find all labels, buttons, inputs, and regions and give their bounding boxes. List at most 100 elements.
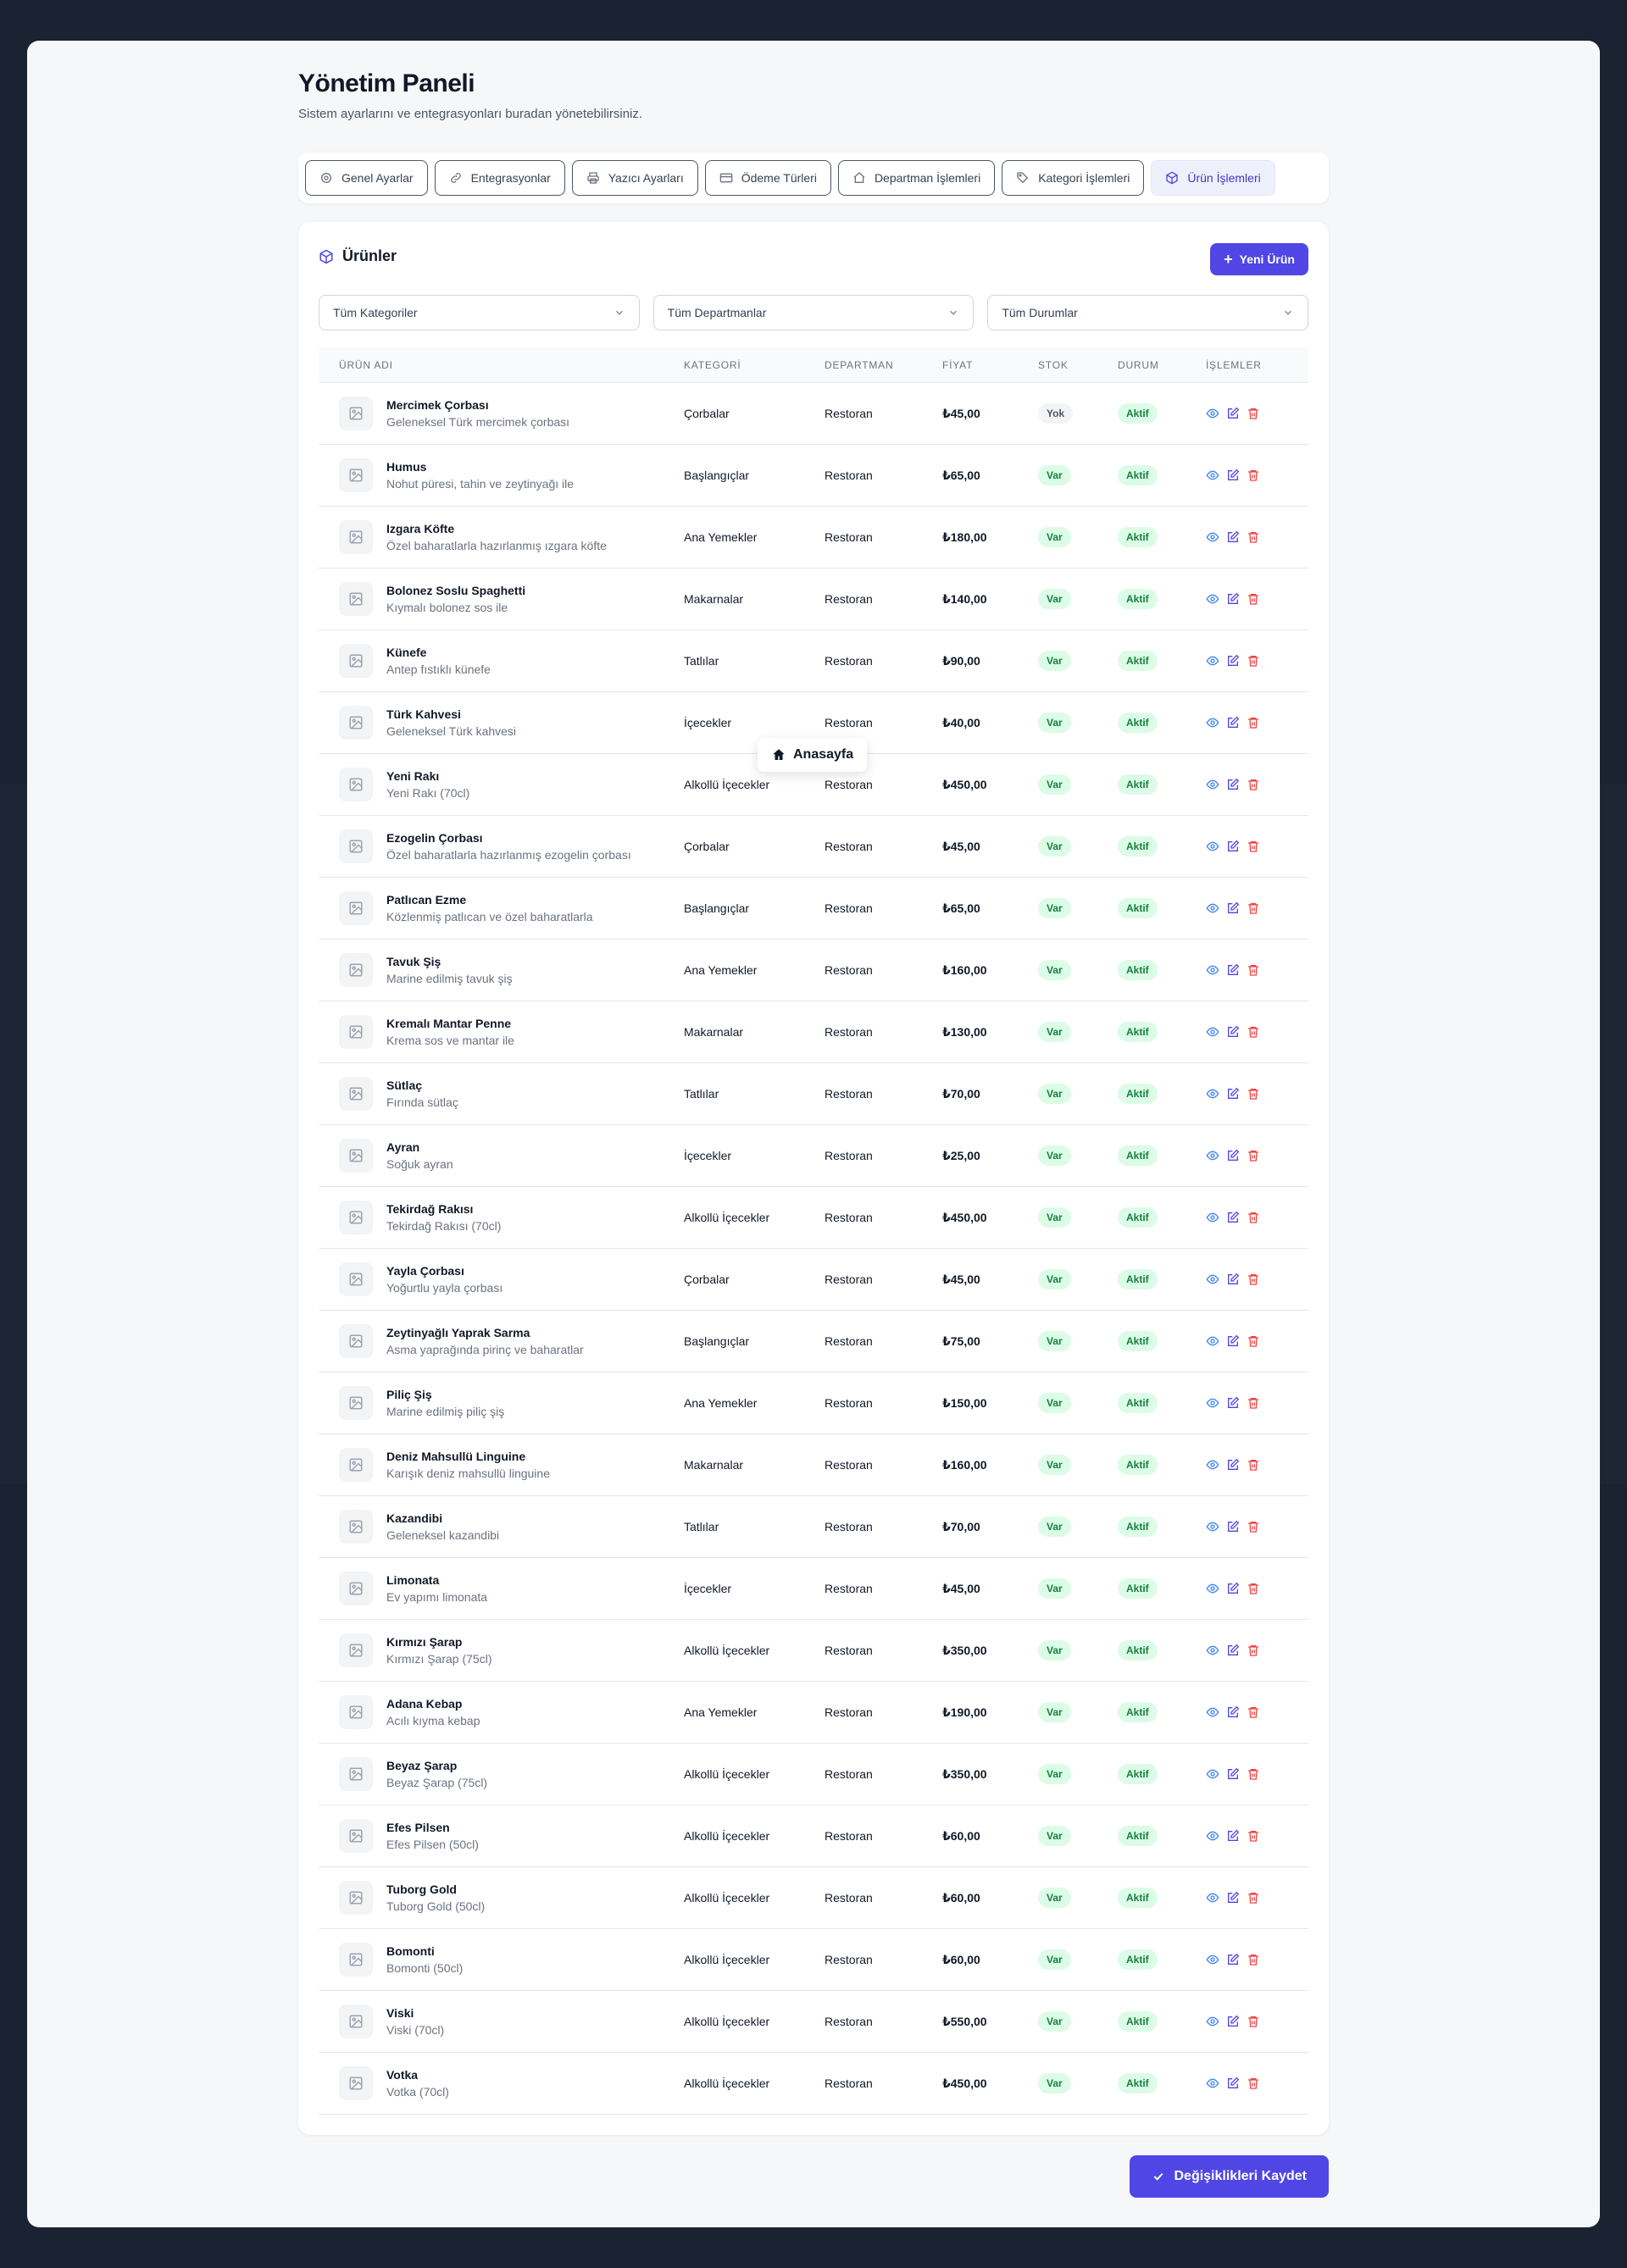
delete-icon[interactable]	[1247, 963, 1260, 977]
view-icon[interactable]	[1206, 716, 1219, 729]
view-icon[interactable]	[1206, 2015, 1219, 2028]
edit-icon[interactable]	[1226, 716, 1240, 729]
status-filter[interactable]: Tüm Durumlar	[987, 295, 1309, 330]
view-icon[interactable]	[1206, 1458, 1219, 1472]
delete-icon[interactable]	[1247, 778, 1260, 791]
delete-icon[interactable]	[1247, 1273, 1260, 1286]
edit-icon[interactable]	[1226, 469, 1240, 482]
image-placeholder-icon	[339, 458, 373, 492]
actions-cell	[1206, 1025, 1308, 1039]
edit-icon[interactable]	[1226, 530, 1240, 544]
view-icon[interactable]	[1206, 1829, 1219, 1843]
edit-icon[interactable]	[1226, 901, 1240, 915]
view-icon[interactable]	[1206, 1149, 1219, 1162]
view-icon[interactable]	[1206, 2077, 1219, 2090]
delete-icon[interactable]	[1247, 1767, 1260, 1781]
delete-icon[interactable]	[1247, 530, 1260, 544]
view-icon[interactable]	[1206, 1087, 1219, 1101]
edit-icon[interactable]	[1226, 1829, 1240, 1843]
view-icon[interactable]	[1206, 1520, 1219, 1533]
edit-icon[interactable]	[1226, 963, 1240, 977]
view-icon[interactable]	[1206, 1644, 1219, 1657]
view-icon[interactable]	[1206, 654, 1219, 668]
new-product-button[interactable]: + Yeni Ürün	[1210, 243, 1308, 275]
edit-icon[interactable]	[1226, 1211, 1240, 1224]
edit-icon[interactable]	[1226, 1582, 1240, 1595]
view-icon[interactable]	[1206, 407, 1219, 420]
view-icon[interactable]	[1206, 1273, 1219, 1286]
delete-icon[interactable]	[1247, 1644, 1260, 1657]
delete-icon[interactable]	[1247, 840, 1260, 853]
delete-icon[interactable]	[1247, 592, 1260, 606]
view-icon[interactable]	[1206, 592, 1219, 606]
edit-icon[interactable]	[1226, 1087, 1240, 1101]
delete-icon[interactable]	[1247, 2015, 1260, 2028]
product-cell: Ayran Soğuk ayran	[319, 1139, 684, 1173]
delete-icon[interactable]	[1247, 1396, 1260, 1410]
view-icon[interactable]	[1206, 469, 1219, 482]
view-icon[interactable]	[1206, 530, 1219, 544]
edit-icon[interactable]	[1226, 1458, 1240, 1472]
edit-icon[interactable]	[1226, 1705, 1240, 1719]
edit-icon[interactable]	[1226, 592, 1240, 606]
edit-icon[interactable]	[1226, 654, 1240, 668]
delete-icon[interactable]	[1247, 1025, 1260, 1039]
edit-icon[interactable]	[1226, 1953, 1240, 1966]
view-icon[interactable]	[1206, 1582, 1219, 1595]
edit-icon[interactable]	[1226, 1644, 1240, 1657]
view-icon[interactable]	[1206, 1334, 1219, 1348]
view-icon[interactable]	[1206, 1953, 1219, 1966]
edit-icon[interactable]	[1226, 1520, 1240, 1533]
delete-icon[interactable]	[1247, 1211, 1260, 1224]
home-tooltip[interactable]: Anasayfa	[758, 738, 868, 772]
delete-icon[interactable]	[1247, 1458, 1260, 1472]
delete-icon[interactable]	[1247, 901, 1260, 915]
tab-printer-settings[interactable]: Yazıcı Ayarları	[571, 160, 698, 196]
view-icon[interactable]	[1206, 1396, 1219, 1410]
tab-product-operations[interactable]: Ürün İşlemleri	[1151, 160, 1275, 196]
view-icon[interactable]	[1206, 1705, 1219, 1719]
tab-department-operations[interactable]: Departman İşlemleri	[837, 160, 996, 196]
edit-icon[interactable]	[1226, 1149, 1240, 1162]
delete-icon[interactable]	[1247, 1087, 1260, 1101]
delete-icon[interactable]	[1247, 407, 1260, 420]
delete-icon[interactable]	[1247, 469, 1260, 482]
delete-icon[interactable]	[1247, 1891, 1260, 1905]
view-icon[interactable]	[1206, 1891, 1219, 1905]
view-icon[interactable]	[1206, 1211, 1219, 1224]
edit-icon[interactable]	[1226, 407, 1240, 420]
view-icon[interactable]	[1206, 778, 1219, 791]
tab-payment-types[interactable]: Ödeme Türleri	[704, 160, 831, 196]
tab-integrations[interactable]: Entegrasyonlar	[434, 160, 565, 196]
tab-general-settings[interactable]: Genel Ayarlar	[305, 160, 428, 196]
edit-icon[interactable]	[1226, 2015, 1240, 2028]
view-icon[interactable]	[1206, 840, 1219, 853]
delete-icon[interactable]	[1247, 1334, 1260, 1348]
view-icon[interactable]	[1206, 901, 1219, 915]
delete-icon[interactable]	[1247, 654, 1260, 668]
delete-icon[interactable]	[1247, 1520, 1260, 1533]
edit-icon[interactable]	[1226, 1396, 1240, 1410]
edit-icon[interactable]	[1226, 778, 1240, 791]
edit-icon[interactable]	[1226, 1273, 1240, 1286]
view-icon[interactable]	[1206, 1767, 1219, 1781]
view-icon[interactable]	[1206, 1025, 1219, 1039]
department-filter[interactable]: Tüm Departmanlar	[652, 295, 975, 330]
view-icon[interactable]	[1206, 963, 1219, 977]
delete-icon[interactable]	[1247, 1149, 1260, 1162]
save-changes-button[interactable]: Değişiklikleri Kaydet	[1130, 2155, 1329, 2198]
edit-icon[interactable]	[1226, 2077, 1240, 2090]
delete-icon[interactable]	[1247, 1829, 1260, 1843]
delete-icon[interactable]	[1247, 1705, 1260, 1719]
edit-icon[interactable]	[1226, 840, 1240, 853]
delete-icon[interactable]	[1247, 2077, 1260, 2090]
category-filter[interactable]: Tüm Kategoriler	[319, 295, 640, 330]
edit-icon[interactable]	[1226, 1025, 1240, 1039]
delete-icon[interactable]	[1247, 1582, 1260, 1595]
edit-icon[interactable]	[1226, 1891, 1240, 1905]
edit-icon[interactable]	[1226, 1767, 1240, 1781]
delete-icon[interactable]	[1247, 716, 1260, 729]
delete-icon[interactable]	[1247, 1953, 1260, 1966]
edit-icon[interactable]	[1226, 1334, 1240, 1348]
tab-category-operations[interactable]: Kategori İşlemleri	[1002, 160, 1145, 196]
